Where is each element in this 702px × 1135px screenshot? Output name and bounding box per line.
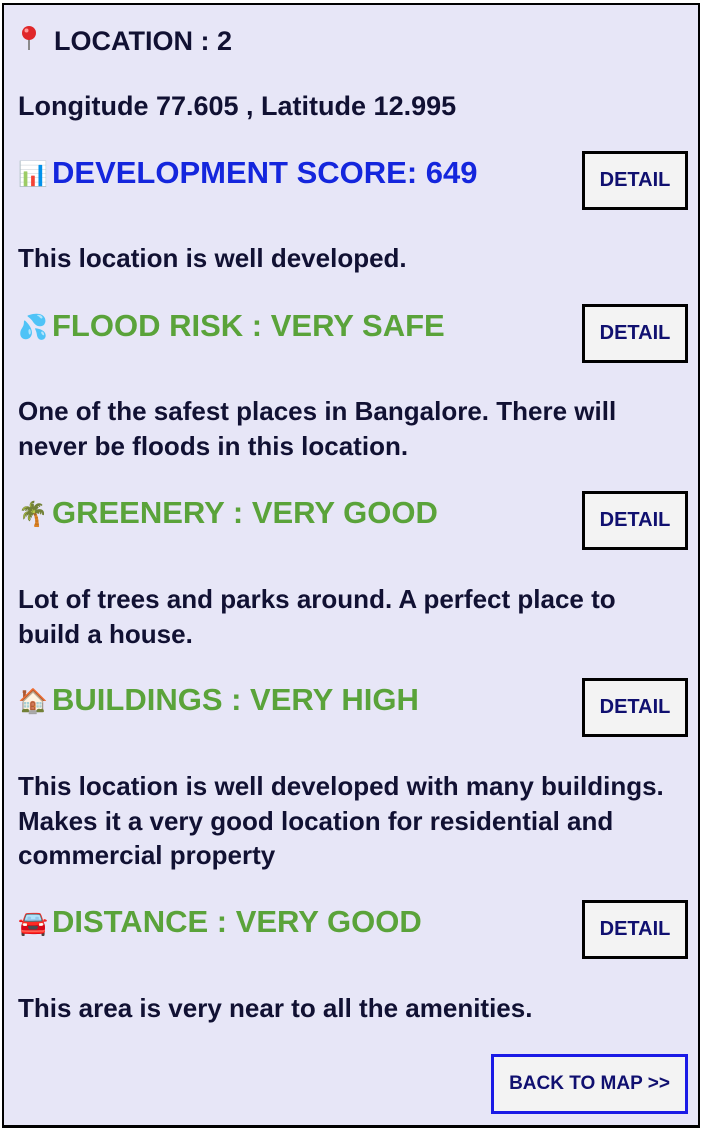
buildings-detail-button[interactable]: DETAIL xyxy=(582,678,688,737)
sweat-droplets-icon: 💦 xyxy=(18,314,48,341)
location-title-text: LOCATION : 2 xyxy=(54,26,232,56)
location-detail-panel: LOCATION : 2 Longitude 77.605 , Latitude… xyxy=(2,3,700,1128)
palm-tree-icon: 🌴 xyxy=(18,501,48,528)
greenery-text: GREENERY : VERY GOOD xyxy=(52,495,438,530)
flood-risk-heading: 💦 FLOOD RISK : VERY SAFE xyxy=(18,308,445,346)
distance-detail-button[interactable]: DETAIL xyxy=(582,900,688,959)
car-icon: 🚘 xyxy=(18,910,48,937)
greenery-detail-button[interactable]: DETAIL xyxy=(582,491,688,550)
location-coordinates: Longitude 77.605 , Latitude 12.995 xyxy=(18,91,457,121)
distance-description: This area is very near to all the amenit… xyxy=(18,993,533,1023)
development-detail-button[interactable]: DETAIL xyxy=(582,151,688,210)
development-score-text: DEVELOPMENT SCORE: 649 xyxy=(52,155,478,190)
greenery-heading: 🌴 GREENERY : VERY GOOD xyxy=(18,495,438,533)
flood-risk-description: One of the safest places in Bangalore. T… xyxy=(18,396,617,461)
development-description: This location is well developed. xyxy=(18,243,407,273)
bar-chart-icon: 📊 xyxy=(18,161,48,188)
flood-risk-text: FLOOD RISK : VERY SAFE xyxy=(52,308,445,343)
distance-heading: 🚘 DISTANCE : VERY GOOD xyxy=(18,904,422,942)
flood-risk-detail-button[interactable]: DETAIL xyxy=(582,304,688,363)
round-pushpin-icon xyxy=(18,25,54,58)
back-to-map-button[interactable]: BACK TO MAP >> xyxy=(491,1054,688,1114)
development-score-heading: 📊 DEVELOPMENT SCORE: 649 xyxy=(18,155,477,193)
buildings-description: This location is well developed with man… xyxy=(18,771,664,870)
distance-text: DISTANCE : VERY GOOD xyxy=(52,904,422,939)
buildings-text: BUILDINGS : VERY HIGH xyxy=(52,682,419,717)
buildings-heading: 🏠 BUILDINGS : VERY HIGH xyxy=(18,682,419,720)
location-title: LOCATION : 2 xyxy=(18,25,232,58)
greenery-description: Lot of trees and parks around. A perfect… xyxy=(18,584,616,649)
house-icon: 🏠 xyxy=(18,688,48,715)
pushpin-graphic xyxy=(22,26,36,50)
